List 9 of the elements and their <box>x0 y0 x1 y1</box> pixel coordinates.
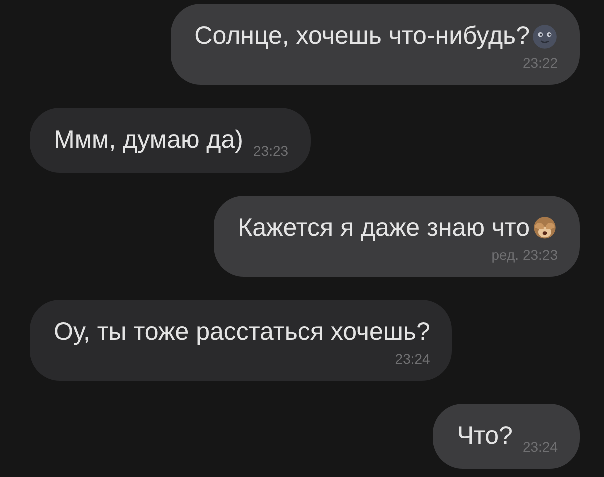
monkey-icon <box>532 216 558 242</box>
moon-face-icon <box>532 24 558 50</box>
message-text: Кажется я даже знаю что <box>238 214 530 243</box>
message-text: Что? <box>457 422 513 451</box>
message-text: Оу, ты тоже расстаться хочешь? <box>54 318 430 347</box>
message-text: Солнце, хочешь что-нибудь? <box>194 22 530 51</box>
message-time: 23:23 <box>254 143 289 159</box>
message-time: 23:24 <box>395 351 430 367</box>
message-text: Ммм, думаю да) <box>54 126 244 155</box>
